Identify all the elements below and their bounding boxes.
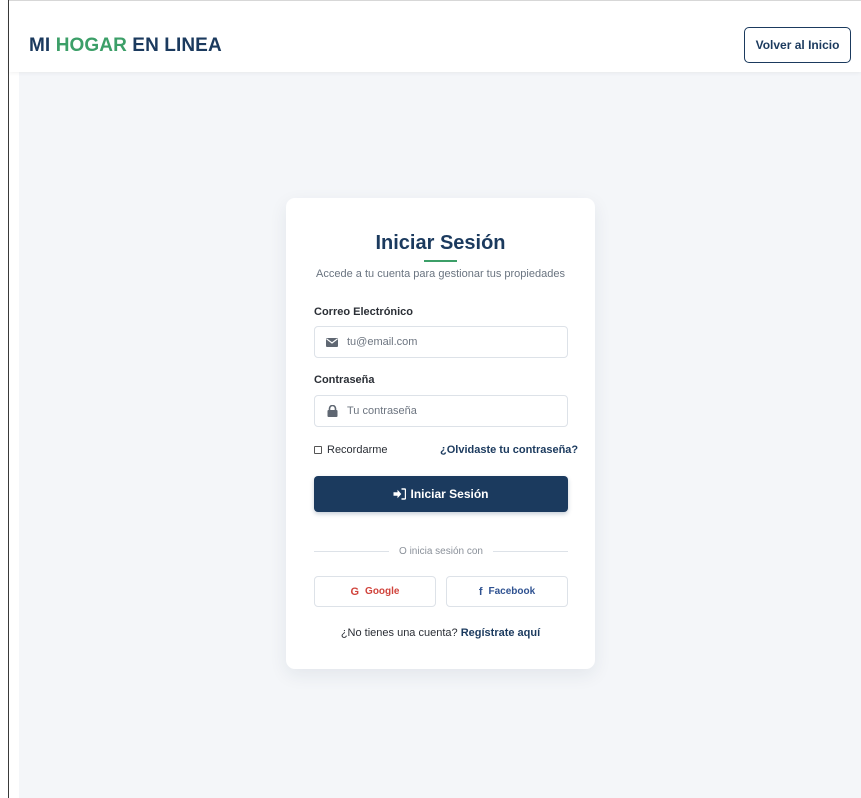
- brand-text-en-linea: EN LINEA: [126, 35, 222, 56]
- login-card: Iniciar Sesión Accede a tu cuenta para g…: [286, 198, 595, 669]
- sign-in-icon: [393, 488, 407, 500]
- brand-logo[interactable]: MI HOGAR EN LINEA: [29, 35, 222, 57]
- remember-label: Recordarme: [327, 444, 388, 456]
- envelope-icon: [325, 335, 339, 349]
- signup-link[interactable]: Regístrate aquí: [461, 627, 540, 639]
- password-label: Contraseña: [314, 374, 375, 386]
- divider-line-left: [314, 550, 390, 552]
- facebook-icon: f: [478, 585, 483, 598]
- divider-line-right: [492, 550, 568, 552]
- facebook-login-button[interactable]: f Facebook: [446, 576, 568, 607]
- remember-me[interactable]: Recordarme: [314, 444, 388, 456]
- signup-prompt: ¿No tienes una cuenta? Regístrate aquí: [286, 627, 595, 639]
- remember-checkbox[interactable]: [314, 446, 322, 454]
- password-input[interactable]: [347, 405, 557, 417]
- login-title: Iniciar Sesión: [375, 232, 506, 254]
- divider-text: O inicia sesión con: [399, 545, 483, 557]
- login-subtitle: Accede a tu cuenta para gestionar tus pr…: [316, 268, 565, 280]
- google-label: Google: [365, 586, 400, 597]
- email-field-wrapper[interactable]: [314, 326, 568, 358]
- login-submit-button[interactable]: Iniciar Sesión: [314, 476, 568, 512]
- brand-text-mi: MI: [29, 35, 56, 56]
- forgot-password-link[interactable]: ¿Olvidaste tu contraseña?: [440, 444, 578, 456]
- brand-text-hogar: HOGAR: [55, 35, 127, 56]
- google-icon: G: [350, 585, 360, 598]
- email-label: Correo Electrónico: [314, 306, 414, 318]
- window-left-edge: [0, 0, 9, 798]
- signup-prompt-text: ¿No tienes una cuenta?: [340, 627, 458, 639]
- password-field-wrapper[interactable]: [314, 395, 568, 427]
- title-underline: [424, 260, 457, 262]
- email-input[interactable]: [347, 336, 557, 348]
- google-login-button[interactable]: G Google: [314, 576, 436, 607]
- facebook-label: Facebook: [488, 586, 536, 597]
- top-navbar: MI HOGAR EN LINEA Volver al Inicio: [9, 0, 861, 72]
- back-home-button[interactable]: Volver al Inicio: [744, 27, 851, 63]
- login-submit-label: Iniciar Sesión: [410, 487, 489, 501]
- social-divider: O inicia sesión con: [314, 544, 568, 558]
- lock-icon: [325, 404, 339, 418]
